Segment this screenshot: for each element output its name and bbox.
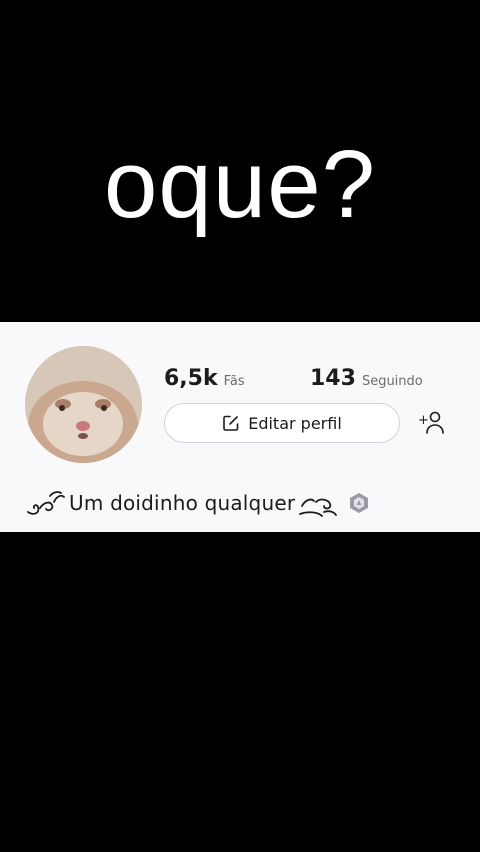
bio-text: Um doidinho qualquer — [69, 491, 296, 515]
edit-profile-label: Editar perfil — [248, 413, 342, 433]
swirl-decoration-icon — [298, 488, 338, 518]
svg-text:+: + — [418, 413, 429, 428]
following-count: 143 — [310, 366, 356, 391]
profile-stats: 6,5k Fãs 143 Seguindo — [164, 366, 480, 396]
shield-badge-icon[interactable] — [348, 492, 370, 514]
caption-text: oque? — [104, 131, 376, 238]
following-stat[interactable]: 143 Seguindo — [310, 366, 423, 391]
avatar[interactable] — [25, 346, 142, 463]
swirl-decoration-icon — [26, 488, 66, 518]
add-user-icon: + — [418, 411, 444, 434]
hamster-photo — [25, 346, 142, 463]
bio: Um doidinho qualquer — [26, 486, 460, 520]
profile-card: 6,5k Fãs 143 Seguindo Editar perfil + Um… — [0, 322, 480, 532]
edit-square-icon — [222, 414, 240, 432]
edit-profile-button[interactable]: Editar perfil — [164, 403, 400, 443]
fans-stat[interactable]: 6,5k Fãs — [164, 366, 245, 391]
add-friend-button[interactable]: + — [412, 403, 452, 443]
fans-count: 6,5k — [164, 366, 218, 391]
fans-label: Fãs — [223, 374, 245, 389]
following-label: Seguindo — [361, 374, 423, 389]
